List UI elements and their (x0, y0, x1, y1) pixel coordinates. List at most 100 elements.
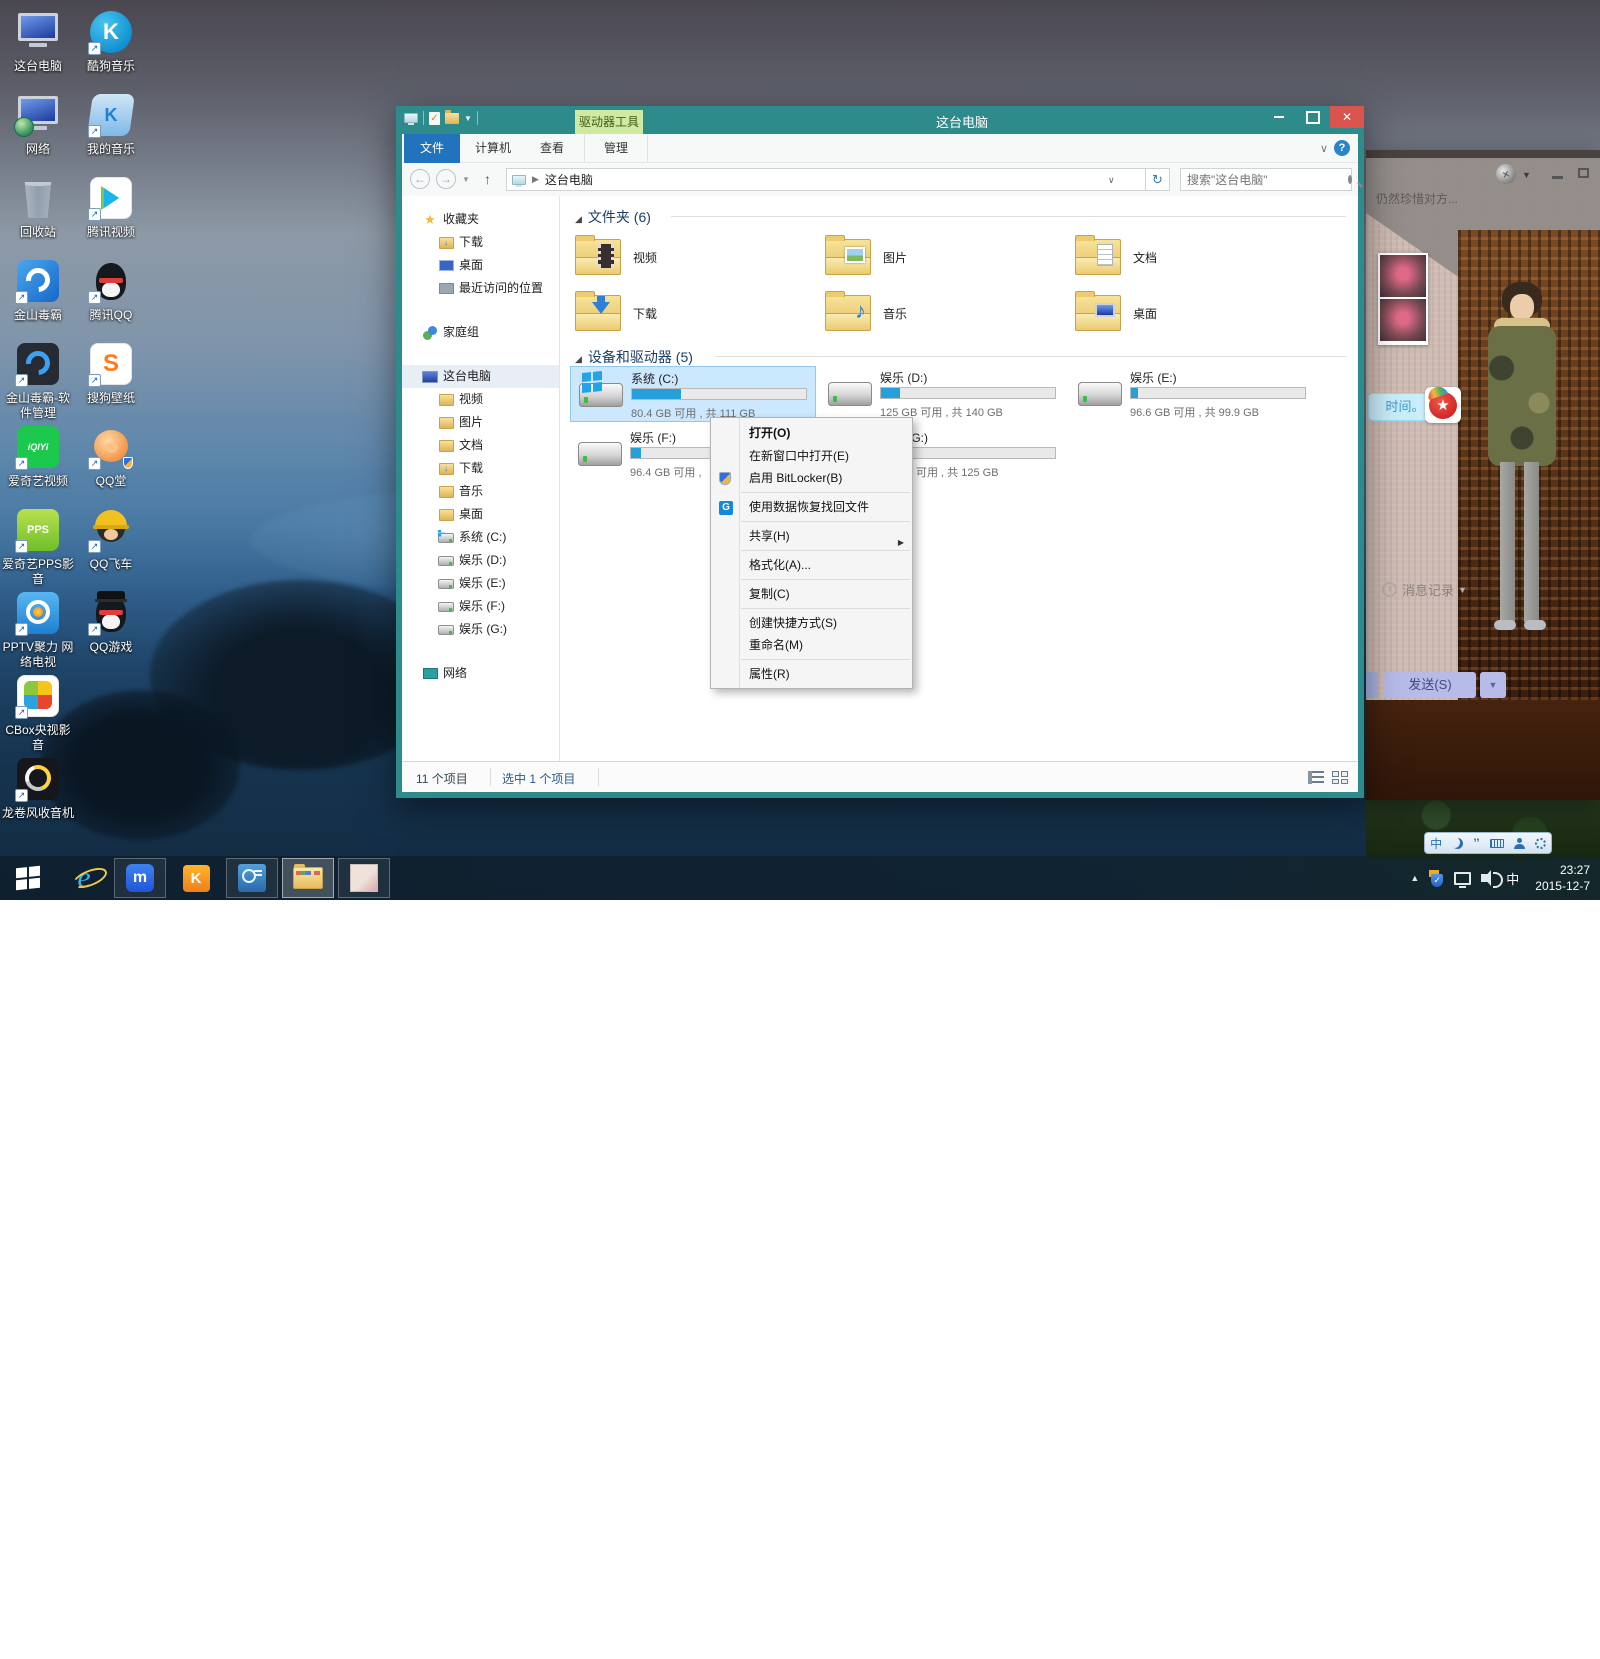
back-button[interactable]: ← (410, 169, 430, 189)
group-header-folders[interactable]: ◢文件夹 (6) (575, 207, 651, 227)
tab-view[interactable]: 查看 (526, 134, 578, 163)
minimize-button[interactable] (1262, 106, 1296, 128)
punctuation-icon[interactable]: ’’ (1473, 836, 1479, 850)
breadcrumb[interactable]: 这台电脑 (545, 171, 593, 188)
desktop-icon-duba-software[interactable]: ↗ 金山毒霸-软件管理 (1, 340, 75, 421)
contact-photo-card[interactable] (1378, 253, 1428, 345)
collapse-group-icon[interactable]: ◢ (575, 214, 582, 224)
desktop-icon-iqiyi[interactable]: iQIYI↗ 爱奇艺视频 (1, 423, 75, 489)
quick-access-toolbar[interactable]: ✓ ▼ (404, 111, 478, 125)
new-folder-icon[interactable] (445, 113, 459, 124)
sidebar-item-this-pc[interactable]: 这台电脑 (402, 365, 559, 388)
ime-toolbar[interactable]: 中 ’’ (1424, 832, 1552, 854)
properties-icon[interactable]: ✓ (429, 112, 440, 125)
folder-documents[interactable]: 文档 (1075, 232, 1315, 282)
close-button[interactable]: ✕ (1330, 106, 1364, 128)
ime-mode-indicator[interactable]: 中 (1430, 835, 1442, 852)
drive-e-tile[interactable]: 娱乐 (E:) 96.6 GB 可用 , 共 99.9 GB (1070, 366, 1316, 422)
person-icon[interactable] (1514, 838, 1525, 849)
group-header-devices[interactable]: ◢设备和驱动器 (5) (575, 347, 693, 367)
app-sticker-icon[interactable]: ★ (1425, 387, 1461, 423)
sidebar-item-music[interactable]: 音乐 (402, 480, 559, 503)
details-view-toggle-icon[interactable] (1308, 771, 1324, 784)
send-options-dropdown[interactable]: ▼ (1480, 672, 1506, 698)
sidebar-item-drive-d[interactable]: 娱乐 (D:) (402, 549, 559, 572)
menu-item-format[interactable]: 格式化(A)... (711, 554, 912, 576)
sidebar-item-drive-c[interactable]: 系统 (C:) (402, 526, 559, 549)
sidebar-item-videos[interactable]: 视频 (402, 388, 559, 411)
sidebar-item-pictures[interactable]: 图片 (402, 411, 559, 434)
gear-icon[interactable] (1535, 838, 1546, 849)
tab-computer[interactable]: 计算机 (464, 134, 522, 163)
sidebar-item-homegroup[interactable]: 家庭组 (402, 321, 559, 344)
chat-maximize-button[interactable] (1578, 168, 1589, 178)
drive-context-menu[interactable]: 打开(O) 在新窗口中打开(E) 启用 BitLocker(B) G使用数据恢复… (710, 417, 913, 689)
menu-item-create-shortcut[interactable]: 创建快捷方式(S) (711, 612, 912, 634)
start-button[interactable] (2, 858, 54, 898)
folder-videos[interactable]: 视频 (575, 232, 815, 282)
sidebar-item-recent-places[interactable]: 最近访问的位置 (402, 277, 559, 300)
folder-downloads[interactable]: 下载 (575, 288, 815, 338)
tab-file[interactable]: 文件 (404, 134, 460, 163)
folder-pictures[interactable]: 图片 (825, 232, 1065, 282)
recent-locations-dropdown-icon[interactable]: ▼ (462, 175, 470, 184)
desktop-icon-recycle-bin[interactable]: 回收站 (1, 174, 75, 240)
drive-c-tile[interactable]: 系统 (C:) 80.4 GB 可用 , 共 111 GB (570, 366, 816, 422)
menu-item-bitlocker[interactable]: 启用 BitLocker(B) (711, 467, 912, 489)
message-history-toggle[interactable]: 消息记录 ▼ (1382, 580, 1467, 599)
explorer-titlebar[interactable]: ✓ ▼ 驱动器工具 这台电脑 ✕ (396, 106, 1364, 134)
thumbnail-view-toggle-icon[interactable] (1332, 771, 1348, 784)
menu-item-properties[interactable]: 属性(R) (711, 663, 912, 685)
sidebar-item-downloads2[interactable]: 下载 (402, 457, 559, 480)
sidebar-item-network[interactable]: 网络 (402, 662, 559, 685)
taskbar-photo-viewer[interactable] (338, 858, 390, 898)
taskbar-file-explorer[interactable] (282, 858, 334, 898)
sidebar-item-drive-f[interactable]: 娱乐 (F:) (402, 595, 559, 618)
taskbar-ie[interactable]: me (58, 858, 110, 898)
search-box[interactable] (1180, 168, 1352, 191)
chat-minimize-button[interactable] (1552, 176, 1563, 179)
desktop-icon-kugou[interactable]: K↗ 酷狗音乐 (74, 8, 148, 74)
taskbar-maxthon[interactable]: m (114, 858, 166, 898)
close-button-sliver[interactable] (1366, 672, 1378, 698)
desktop-icon-pptv[interactable]: ↗ PPTV聚力 网络电视 (1, 589, 75, 670)
taskbar-kugou[interactable]: K (170, 858, 222, 898)
desktop-icon-cbox[interactable]: ↗ CBox央视影音 (1, 672, 75, 753)
folder-music[interactable]: ♪音乐 (825, 288, 1065, 338)
maximize-button[interactable] (1296, 106, 1330, 128)
taskbar-clock[interactable]: 23:27 2015-12-7 (1535, 862, 1590, 894)
desktop-icon-this-pc[interactable]: 这台电脑 (1, 8, 75, 74)
help-icon[interactable]: ? (1334, 140, 1350, 156)
desktop-icon-tornado-radio[interactable]: ↗ 龙卷风收音机 (1, 755, 75, 821)
desktop-icon-sogou-wallpaper[interactable]: S↗ 搜狗壁纸 (74, 340, 148, 406)
desktop-icon-qq-game[interactable]: ↗ QQ游戏 (74, 589, 148, 655)
system-tray[interactable]: ▲ ✓ 中 23:27 2015-12-7 (1410, 856, 1600, 900)
tab-manage[interactable]: 管理 (584, 134, 648, 163)
navigation-pane[interactable]: ★收藏夹 下载 桌面 最近访问的位置 家庭组 这台电脑 视频 图片 文档 下载 … (402, 196, 560, 761)
network-tray-icon[interactable] (1454, 872, 1471, 885)
sidebar-item-desktop2[interactable]: 桌面 (402, 503, 559, 526)
menu-item-open[interactable]: 打开(O) (711, 421, 912, 445)
sidebar-item-downloads[interactable]: 下载 (402, 231, 559, 254)
keyboard-icon[interactable] (1490, 839, 1504, 848)
drive-d-tile[interactable]: 娱乐 (D:) 125 GB 可用 , 共 140 GB (820, 366, 1066, 422)
chevron-down-icon[interactable]: ▼ (1522, 170, 1531, 180)
desktop-icon-my-music[interactable]: K↗ 我的音乐 (74, 91, 148, 157)
ime-tray-indicator[interactable]: 中 (1506, 869, 1519, 888)
refresh-button[interactable]: ↻ (1146, 168, 1170, 191)
desktop-icon-qq[interactable]: ↗ 腾讯QQ (74, 257, 148, 323)
moon-icon[interactable] (1452, 838, 1463, 849)
address-dropdown-icon[interactable]: ∨ (1108, 175, 1115, 186)
action-center-flag-icon[interactable]: ✓ (1429, 870, 1444, 887)
folder-desktop[interactable]: 桌面 (1075, 288, 1315, 338)
menu-item-copy[interactable]: 复制(C) (711, 583, 912, 605)
desktop-icon-qqtang[interactable]: ↗ QQ堂 (74, 423, 148, 489)
desktop-icon-duba[interactable]: ↗ 金山毒霸 (1, 257, 75, 323)
expand-ribbon-chevron-icon[interactable]: ∨ (1320, 142, 1328, 155)
sidebar-item-documents[interactable]: 文档 (402, 434, 559, 457)
search-input[interactable] (1181, 173, 1348, 187)
menu-item-data-recovery[interactable]: G使用数据恢复找回文件 (711, 496, 912, 518)
menu-item-open-new-window[interactable]: 在新窗口中打开(E) (711, 445, 912, 467)
customize-qat-dropdown-icon[interactable]: ▼ (464, 114, 472, 123)
desktop-icon-network[interactable]: 网络 (1, 91, 75, 157)
